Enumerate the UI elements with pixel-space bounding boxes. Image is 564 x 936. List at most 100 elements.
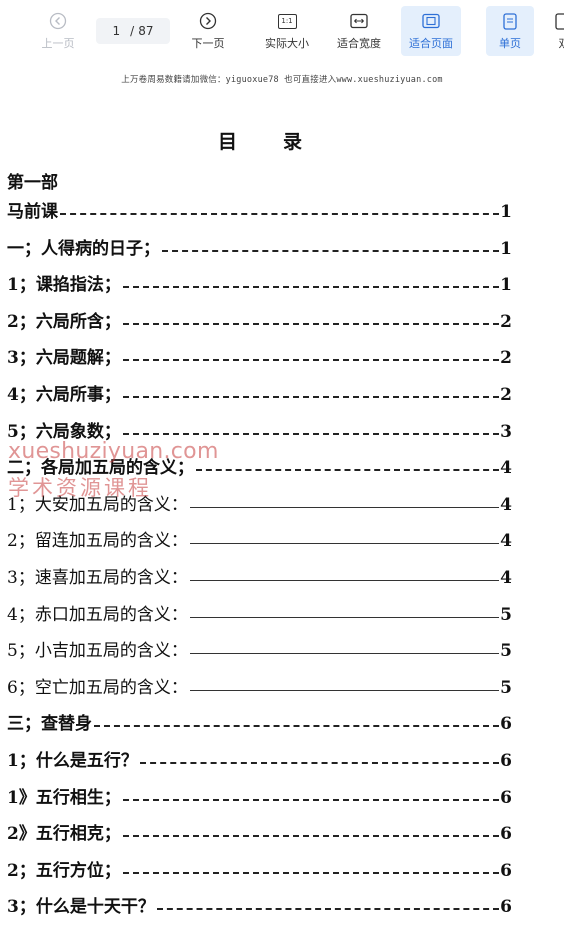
chevron-right-circle-icon — [199, 10, 217, 32]
actual-size-button[interactable]: 1:1 实际大小 — [260, 6, 314, 56]
toc-entry-text: 2；五行方位； — [7, 860, 121, 881]
fit-page-icon — [422, 10, 440, 32]
chevron-left-circle-icon — [49, 10, 67, 32]
toc-entry[interactable]: 马前课 1 — [7, 198, 512, 222]
toc-entry-page: 6 — [500, 860, 512, 881]
toc-entry[interactable]: 5；六局象数； 3 — [7, 418, 512, 442]
single-page-icon — [503, 10, 517, 32]
double-page-button[interactable]: 双 — [554, 6, 564, 56]
next-page-button[interactable]: 下一页 — [186, 6, 230, 56]
toc-leader-line — [156, 908, 500, 911]
toc-entry-text: 三；查替身 — [7, 714, 92, 735]
toc-entry-page: 6 — [500, 787, 512, 808]
toc-entry-text: 3；速喜加五局的含义： — [7, 568, 188, 588]
toc-entry-text: 2；六局所含； — [7, 311, 121, 332]
toc-entry-page: 2 — [500, 311, 512, 332]
toc-entry-text: 1；什么是五行？ — [7, 751, 138, 771]
toc-leader-line — [139, 762, 500, 764]
prev-page-label: 上一页 — [41, 37, 75, 50]
toc-entry-page: 1 — [500, 202, 512, 222]
actual-size-label: 实际大小 — [265, 37, 309, 50]
toc-leader-line — [60, 213, 500, 215]
viewer-toolbar: 上一页 1 / 87 下一页 1:1 实际大小 适合宽度 适合页面 单页 — [0, 0, 564, 63]
toc-leader-line — [122, 835, 500, 838]
toc-entry[interactable]: 1；课掐指法； 1 — [7, 271, 512, 295]
toc-entry[interactable]: 3；六局题解； 2 — [7, 344, 512, 368]
page-number-field[interactable]: 1 / 87 — [96, 18, 170, 44]
toc-entry[interactable]: 1》五行相生； 6 — [7, 784, 512, 808]
fit-width-label: 适合宽度 — [337, 37, 381, 50]
toc-entry-page: 4 — [500, 568, 512, 588]
toc-entry-text: 4；六局所事； — [7, 385, 121, 405]
single-page-label: 单页 — [499, 37, 521, 50]
toc-entry[interactable]: 3；速喜加五局的含义： 4 — [7, 564, 512, 588]
toc-entry-page: 2 — [500, 348, 512, 369]
toc-entry-text: 6；空亡加五局的含义： — [7, 677, 188, 698]
toc-entry-text: 4；赤口加五局的含义： — [7, 604, 188, 625]
toc-entry[interactable]: 4；赤口加五局的含义： 5 — [7, 601, 512, 625]
toc-entry[interactable]: 5；小吉加五局的含义： 5 — [7, 637, 512, 661]
toc-leader-line — [189, 653, 500, 655]
toc-entry-text: 马前课 — [7, 202, 58, 222]
toc-entry[interactable]: 2》五行相克； 6 — [7, 820, 512, 844]
toc-entry[interactable]: 1；什么是五行？ 6 — [7, 747, 512, 771]
toc-entry[interactable]: 6；空亡加五局的含义： 5 — [7, 674, 512, 698]
toc-entry-text: 二；各局加五局的含义； — [7, 458, 194, 479]
toc-leader-line — [189, 616, 500, 618]
toc-entry-text: 1；课掐指法； — [7, 275, 121, 296]
prev-page-button[interactable]: 上一页 — [36, 6, 80, 56]
toc-entry[interactable]: 3；什么是十天干？ 6 — [7, 893, 512, 917]
toc-entry-page: 1 — [500, 238, 512, 259]
toc-leader-line — [94, 725, 500, 728]
toc-entry[interactable]: 2；六局所含； 2 — [7, 308, 512, 332]
fit-page-button[interactable]: 适合页面 — [401, 6, 461, 56]
fit-width-icon — [350, 10, 368, 32]
toc-entry-text: 1；大安加五局的含义： — [7, 494, 188, 515]
total-pages: 87 — [138, 24, 154, 38]
double-page-icon — [555, 10, 564, 32]
actual-size-icon: 1:1 — [277, 10, 297, 32]
toc-leader-line — [122, 432, 500, 435]
toc-leader-line — [189, 506, 500, 508]
toc-entry[interactable]: 一；人得病的日子； 1 — [7, 235, 512, 259]
toc-leader-line — [189, 543, 500, 545]
double-page-label: 双 — [559, 35, 564, 51]
toc-entry[interactable]: 1；大安加五局的含义： 4 — [7, 491, 512, 515]
toc-entry-page: 6 — [500, 751, 512, 771]
toc-entry-page: 6 — [500, 714, 512, 735]
toc-leader-line — [189, 580, 500, 581]
toc-leader-line — [122, 871, 500, 874]
page-separator: / — [130, 24, 135, 38]
toc-entry-page: 5 — [500, 604, 512, 625]
single-page-button[interactable]: 单页 — [486, 6, 534, 56]
fit-width-button[interactable]: 适合宽度 — [332, 6, 386, 56]
toc-entry-page: 3 — [500, 421, 512, 442]
next-page-label: 下一页 — [191, 37, 225, 50]
toc-leader-line — [162, 249, 500, 252]
toc-entry-text: 2；留连加五局的含义： — [7, 531, 188, 552]
toc-entry-text: 3；六局题解； — [7, 348, 121, 369]
current-page-input[interactable]: 1 — [113, 24, 121, 38]
toc-entry-text: 3；什么是十天干？ — [7, 897, 155, 918]
toc-entry[interactable]: 2；留连加五局的含义： 4 — [7, 527, 512, 551]
toc-entry[interactable]: 4；六局所事； 2 — [7, 381, 512, 405]
toc-entry-page: 1 — [500, 275, 512, 296]
toc-entry[interactable]: 2；五行方位； 6 — [7, 857, 512, 881]
toc-entry-text: 2》五行相克； — [7, 824, 121, 845]
document-page: 上万卷周易数籍请加微信：yiguoxue78 也可直接进入www.xueshuz… — [0, 62, 564, 936]
toc-entry-page: 5 — [500, 641, 512, 662]
part-label: 第一部 — [7, 173, 58, 193]
toc-entry-page: 4 — [500, 531, 512, 552]
toc-leader-line — [122, 322, 500, 325]
toc-entry-page: 5 — [500, 677, 512, 698]
toc-entry-page: 4 — [500, 458, 512, 479]
toc-leader-line — [122, 396, 500, 398]
toc-entry[interactable]: 三；查替身 6 — [7, 710, 512, 734]
toc-entry[interactable]: 二；各局加五局的含义； 4 — [7, 454, 512, 478]
toc-leader-line — [122, 798, 500, 801]
toc-entry-text: 1》五行相生； — [7, 787, 121, 808]
header-note: 上万卷周易数籍请加微信：yiguoxue78 也可直接进入www.xueshuz… — [121, 75, 443, 85]
toc-entry-text: 5；小吉加五局的含义： — [7, 641, 188, 662]
toc-entry-page: 6 — [500, 897, 512, 918]
toc-entry-text: 一；人得病的日子； — [7, 238, 160, 259]
